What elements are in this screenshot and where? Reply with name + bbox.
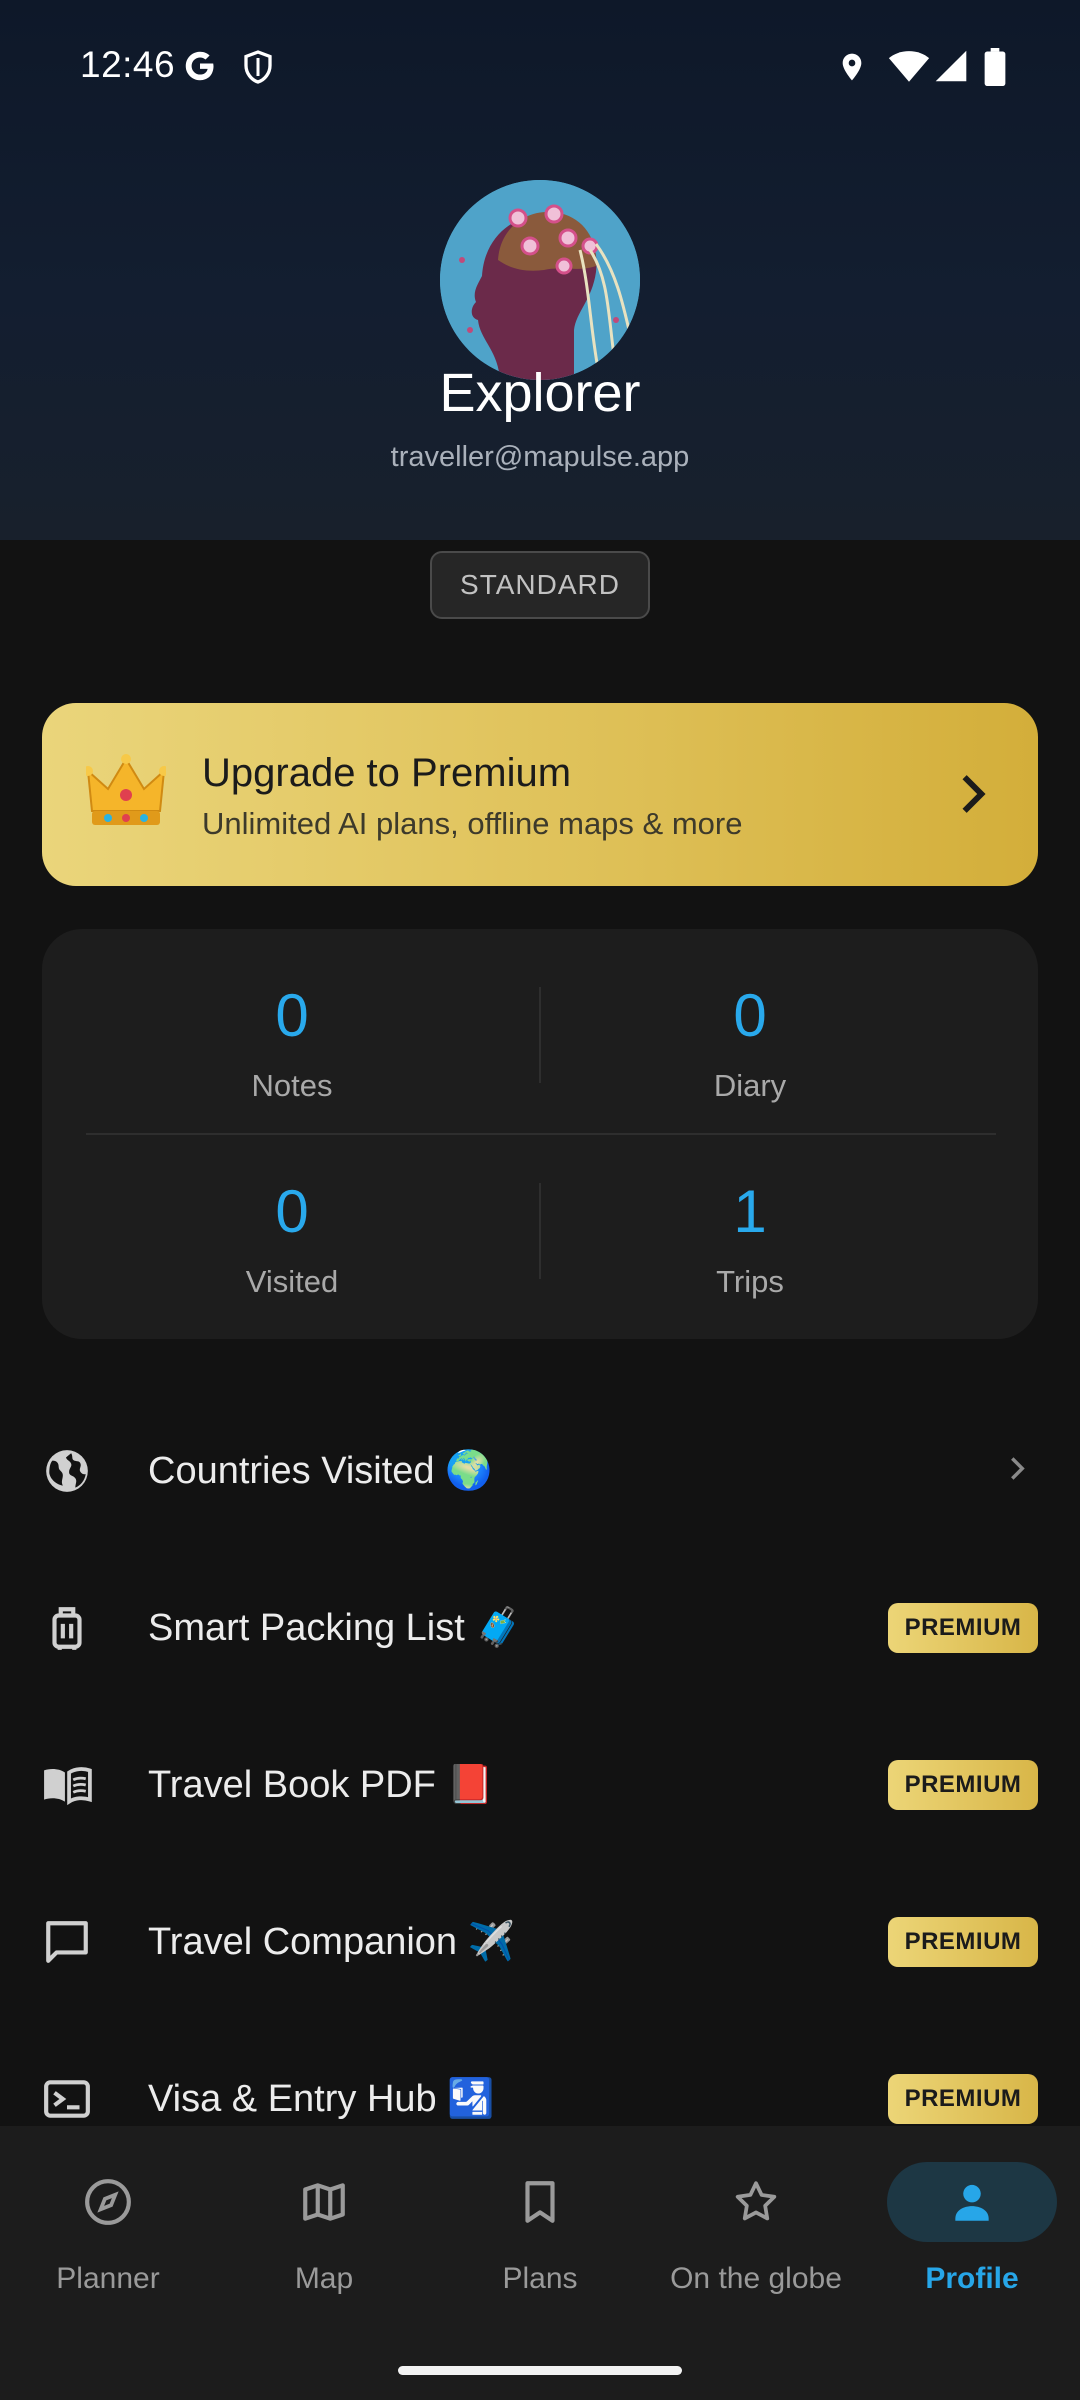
nav-item-plans[interactable]: Plans — [432, 2162, 648, 2312]
stat-value: 0 — [275, 1178, 309, 1245]
nav-label: On the globe — [670, 2262, 842, 2295]
menu-item-travel-companion[interactable]: Travel Companion ✈️ PREMIUM — [0, 1867, 1080, 2017]
profile-email: traveller@mapulse.app — [390, 441, 690, 473]
stat-value: 0 — [733, 982, 767, 1049]
avatar[interactable] — [440, 180, 640, 380]
banner-subtitle: Unlimited AI plans, offline maps & more — [202, 806, 743, 841]
location-icon — [836, 48, 868, 86]
stat-divider — [86, 1133, 996, 1135]
menu-item-smart-packing-list[interactable]: Smart Packing List 🧳 PREMIUM — [0, 1553, 1080, 1703]
nav-item-profile[interactable]: Profile — [864, 2162, 1080, 2312]
stat-label: Visited — [245, 1264, 339, 1299]
google-icon — [182, 48, 218, 84]
nav-label: Map — [294, 2262, 354, 2295]
chevron-right-icon — [1008, 1454, 1028, 1489]
stat-visited[interactable]: 0 Visited — [62, 1182, 522, 1300]
stat-notes[interactable]: 0 Notes — [62, 986, 522, 1104]
avatar-illustration — [440, 180, 640, 380]
book-icon — [42, 1760, 92, 1810]
stat-value: 1 — [733, 1178, 767, 1245]
nav-label: Planner — [56, 2262, 160, 2295]
stat-trips[interactable]: 1 Trips — [520, 1182, 980, 1300]
stat-value: 0 — [275, 982, 309, 1049]
nav-item-map[interactable]: Map — [216, 2162, 432, 2312]
battery-icon — [984, 48, 1006, 86]
premium-badge: PREMIUM — [888, 2074, 1038, 2124]
menu-item-label: Travel Book PDF 📕 — [148, 1764, 494, 1806]
chevron-right-icon — [958, 773, 988, 820]
signal-icon — [934, 48, 968, 84]
compass-icon — [23, 2162, 193, 2242]
stat-label: Notes — [251, 1068, 333, 1103]
stat-divider — [539, 1183, 541, 1279]
profile-name: Explorer — [439, 363, 641, 423]
star-icon — [671, 2162, 841, 2242]
stats-card: 0 Notes 0 Diary 0 Visited 1 Trips — [42, 929, 1038, 1339]
nav-label: Plans — [502, 2262, 578, 2295]
map-icon — [239, 2162, 409, 2242]
wifi-icon — [888, 48, 930, 84]
status-time: 12:46 — [80, 44, 176, 85]
crown-icon — [83, 749, 169, 839]
bottom-navigation: Planner Map Plans On the globe Profile — [0, 2126, 1080, 2400]
menu-item-label: Travel Companion ✈️ — [148, 1921, 515, 1963]
tier-badge: STANDARD — [430, 551, 650, 619]
menu-item-label: Countries Visited 🌍 — [148, 1450, 493, 1492]
shield-icon — [240, 48, 276, 86]
menu-item-label: Smart Packing List 🧳 — [148, 1607, 523, 1649]
stat-divider — [539, 987, 541, 1083]
menu-item-countries-visited[interactable]: Countries Visited 🌍 — [0, 1396, 1080, 1546]
bookmark-icon — [455, 2162, 625, 2242]
premium-badge: PREMIUM — [888, 1603, 1038, 1653]
chat-icon — [42, 1917, 92, 1967]
upgrade-premium-banner[interactable]: Upgrade to Premium Unlimited AI plans, o… — [42, 703, 1038, 886]
globe-icon — [42, 1446, 92, 1496]
menu-item-label: Visa & Entry Hub 🛂 — [148, 2078, 495, 2120]
banner-title: Upgrade to Premium — [202, 751, 572, 795]
passport-icon — [42, 2074, 92, 2124]
stat-diary[interactable]: 0 Diary — [520, 986, 980, 1104]
person-icon — [887, 2162, 1057, 2242]
stat-label: Diary — [713, 1068, 787, 1103]
premium-badge: PREMIUM — [888, 1760, 1038, 1810]
home-indicator[interactable] — [398, 2366, 682, 2375]
nav-label: Profile — [925, 2262, 1019, 2295]
luggage-icon — [42, 1603, 92, 1653]
premium-badge: PREMIUM — [888, 1917, 1038, 1967]
menu-item-travel-book-pdf[interactable]: Travel Book PDF 📕 PREMIUM — [0, 1710, 1080, 1860]
status-bar: 12:46 — [0, 0, 1080, 136]
nav-item-planner[interactable]: Planner — [0, 2162, 216, 2312]
nav-item-on-the-globe[interactable]: On the globe — [648, 2162, 864, 2312]
stat-label: Trips — [716, 1264, 784, 1299]
